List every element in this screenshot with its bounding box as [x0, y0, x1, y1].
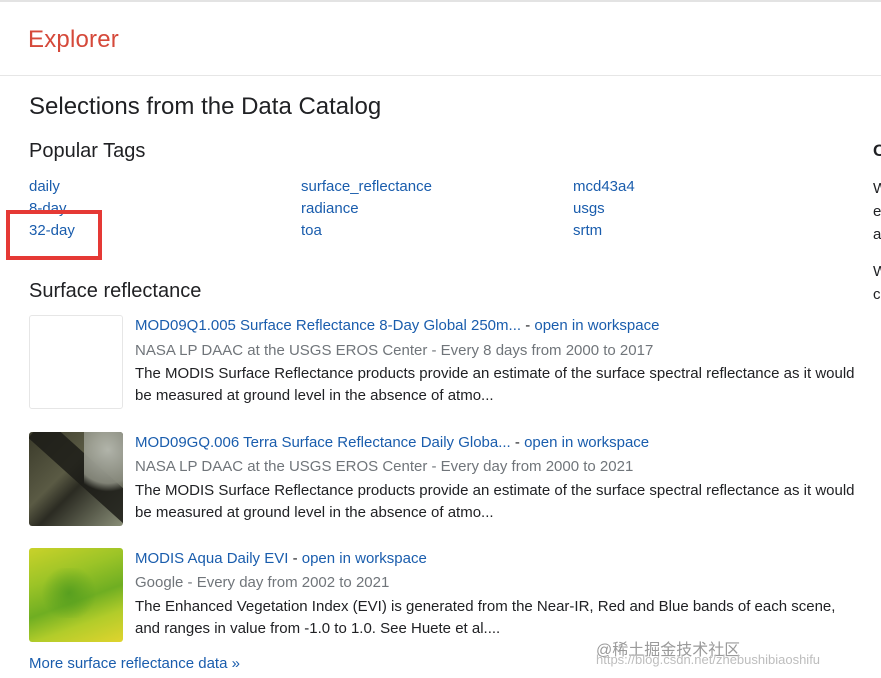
dataset-thumbnail[interactable]: [29, 548, 123, 642]
right-column-text-fragment: e: [873, 203, 881, 220]
dataset-title-link[interactable]: MODIS Aqua Daily EVI: [135, 550, 288, 567]
app-title[interactable]: Explorer: [28, 26, 119, 54]
page-title: Selections from the Data Catalog: [29, 93, 382, 120]
dataset-meta: NASA LP DAAC at the USGS EROS Center - E…: [135, 458, 634, 475]
more-surface-reflectance-link[interactable]: More surface reflectance data »: [29, 655, 240, 672]
open-in-workspace-link[interactable]: open in workspace: [534, 317, 659, 334]
dataset-title-link[interactable]: MOD09Q1.005 Surface Reflectance 8-Day Gl…: [135, 317, 521, 334]
dataset-description: The Enhanced Vegetation Index (EVI) is g…: [135, 598, 836, 637]
right-column-text-fragment: c: [873, 286, 881, 303]
tag-radiance[interactable]: radiance: [301, 200, 359, 217]
tag-toa[interactable]: toa: [301, 222, 322, 239]
title-separator: -: [510, 434, 525, 451]
watermark-url: https://blog.csdn.net/zhebushibiaoshifu: [596, 652, 821, 667]
title-separator: -: [521, 317, 535, 334]
popular-tags-heading: Popular Tags: [29, 140, 146, 162]
dataset-meta: NASA LP DAAC at the USGS EROS Center - E…: [135, 342, 654, 359]
dataset-thumbnail[interactable]: [29, 432, 123, 526]
dataset-title-line: MOD09GQ.006 Terra Surface Reflectance Da…: [135, 434, 649, 451]
dataset-description: The MODIS Surface Reflectance products p…: [135, 482, 855, 521]
dataset-title-line: MOD09Q1.005 Surface Reflectance 8-Day Gl…: [135, 317, 659, 334]
annotation-highlight-box: [6, 210, 102, 260]
title-separator: -: [288, 550, 302, 567]
tag-srtm[interactable]: srtm: [573, 222, 602, 239]
open-in-workspace-link[interactable]: open in workspace: [524, 434, 649, 451]
tag-surface-reflectance[interactable]: surface_reflectance: [301, 178, 432, 195]
dataset-title-line: MODIS Aqua Daily EVI - open in workspace: [135, 550, 427, 567]
dataset-description: The MODIS Surface Reflectance products p…: [135, 365, 855, 404]
dataset-meta: Google - Every day from 2002 to 2021: [135, 574, 390, 591]
open-in-workspace-link[interactable]: open in workspace: [302, 550, 427, 567]
right-column-text-fragment: W: [873, 180, 881, 197]
right-column-heading-fragment: C: [873, 141, 881, 160]
tag-daily[interactable]: daily: [29, 178, 60, 195]
dataset-title-link[interactable]: MOD09GQ.006 Terra Surface Reflectance Da…: [135, 434, 511, 451]
right-column-text-fragment: a: [873, 226, 881, 243]
tag-usgs[interactable]: usgs: [573, 200, 605, 217]
app-header: Explorer: [0, 2, 881, 76]
right-column-text-fragment: W: [873, 263, 881, 280]
dataset-thumbnail[interactable]: [29, 315, 123, 409]
surface-reflectance-heading: Surface reflectance: [29, 280, 202, 302]
tag-mcd43a4[interactable]: mcd43a4: [573, 178, 635, 195]
